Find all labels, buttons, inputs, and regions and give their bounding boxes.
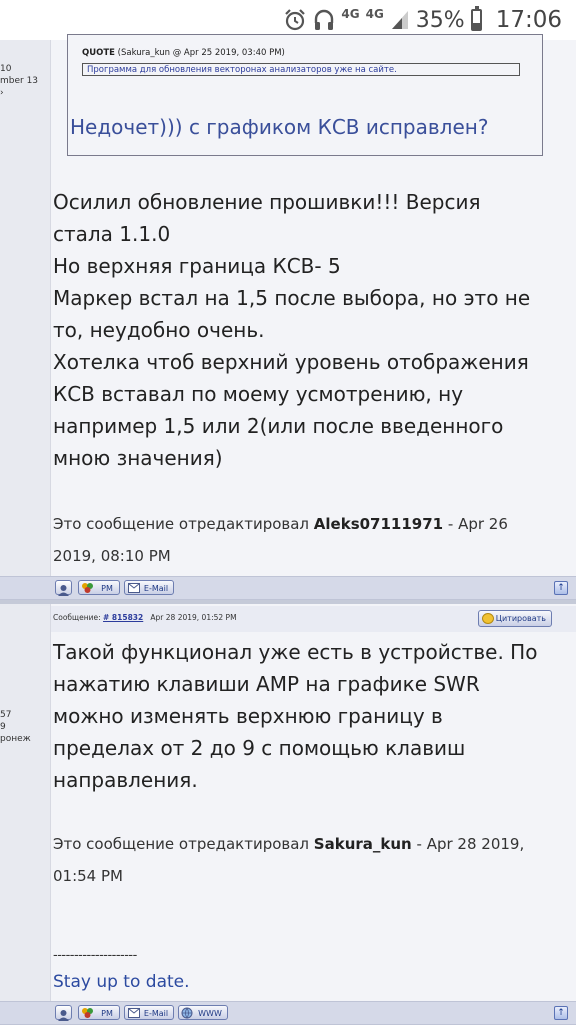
quote-button[interactable]: Цитировать bbox=[478, 610, 552, 627]
edit-date: - Apr 28 2019, bbox=[416, 835, 525, 853]
post-line: мною значения) bbox=[53, 446, 223, 470]
post-body: Такой функционал уже есть в устройстве. … bbox=[53, 636, 537, 796]
author-info-line: › bbox=[0, 88, 4, 98]
quote-meta: (Sakura_kun @ Apr 25 2019, 03:40 PM) bbox=[117, 48, 285, 58]
edit-date-cont: 2019, 08:10 PM bbox=[53, 547, 171, 565]
edit-user: Aleks07111971 bbox=[313, 515, 444, 533]
author-info-line: mber 13 bbox=[0, 76, 39, 86]
author-column: 10 mber 13 › 57 9 ронеж bbox=[0, 40, 51, 1024]
www-button[interactable]: WWW bbox=[178, 1005, 228, 1020]
post-line: стала 1.1.0 bbox=[53, 222, 171, 246]
profile-button[interactable] bbox=[55, 580, 72, 596]
edit-note: Это сообщение отредактировал Aleks071119… bbox=[53, 508, 508, 572]
edit-note: Это сообщение отредактировал Sakura_kun … bbox=[53, 828, 524, 892]
battery-percent: 35% bbox=[415, 7, 465, 33]
nested-quote: Программа для обновления векторонах анал… bbox=[82, 63, 520, 76]
edit-prefix: Это сообщение отредактировал bbox=[53, 515, 310, 533]
signature: Stay up to date. bbox=[53, 972, 190, 992]
post-1-actions: PM E-Mail ↑ bbox=[0, 576, 576, 600]
post-2-header: Сообщение: # 815832 Apr 28 2019, 01:52 P… bbox=[51, 606, 576, 632]
post-line: можно изменять верхнюю границу в bbox=[53, 704, 443, 728]
signature-divider: -------------------- bbox=[53, 948, 137, 963]
quote-button-label: Цитировать bbox=[495, 614, 546, 623]
post-line: Осилил обновление прошивки!!! Версия bbox=[53, 190, 481, 214]
battery-icon bbox=[470, 6, 482, 31]
post-meta: Сообщение: # 815832 Apr 28 2019, 01:52 P… bbox=[53, 613, 237, 622]
quote-header: QUOTE (Sakura_kun @ Apr 25 2019, 03:40 P… bbox=[82, 48, 285, 58]
post-line: Такой функционал уже есть в устройстве. … bbox=[53, 640, 538, 664]
post-line: то, неудобно очень. bbox=[53, 318, 265, 342]
clock: 17:06 bbox=[495, 7, 562, 33]
edit-date-cont: 01:54 PM bbox=[53, 867, 123, 885]
pm-label: PM bbox=[101, 1009, 113, 1018]
email-button[interactable]: E-Mail bbox=[124, 1005, 174, 1020]
edit-user: Sakura_kun bbox=[313, 835, 412, 853]
profile-icon bbox=[58, 585, 69, 596]
author-info-line: 10 bbox=[0, 64, 12, 74]
pm-button[interactable]: PM bbox=[78, 580, 120, 595]
post-line: Хотелка чтоб верхний уровень отображения bbox=[53, 350, 529, 374]
post-line: Маркер встал на 1,5 после выбора, но это… bbox=[53, 286, 531, 310]
post-1: QUOTE (Sakura_kun @ Apr 25 2019, 03:40 P… bbox=[51, 34, 576, 576]
signal-icon bbox=[391, 11, 408, 29]
pm-button[interactable]: PM bbox=[78, 1005, 120, 1020]
scroll-top-button[interactable]: ↑ bbox=[554, 581, 568, 595]
post-divider bbox=[0, 600, 576, 604]
post-label: Сообщение: bbox=[53, 613, 101, 622]
pm-icon bbox=[82, 1008, 93, 1018]
email-button[interactable]: E-Mail bbox=[124, 580, 174, 595]
email-label: E-Mail bbox=[143, 584, 169, 593]
headset-icon bbox=[315, 9, 334, 30]
profile-button[interactable] bbox=[55, 1005, 72, 1021]
up-arrow-icon: ↑ bbox=[557, 1008, 565, 1018]
profile-icon bbox=[58, 1010, 69, 1021]
post-body: Осилил обновление прошивки!!! Версия ста… bbox=[53, 186, 530, 474]
quote-icon bbox=[482, 613, 494, 624]
edit-prefix: Это сообщение отредактировал bbox=[53, 835, 310, 853]
author-info-line: 9 bbox=[0, 722, 6, 732]
edit-date: - Apr 26 bbox=[447, 515, 508, 533]
scroll-top-button[interactable]: ↑ bbox=[554, 1006, 568, 1020]
post-2-actions: PM E-Mail WWW ↑ bbox=[0, 1001, 576, 1025]
email-label: E-Mail bbox=[143, 1009, 169, 1018]
quote-block: QUOTE (Sakura_kun @ Apr 25 2019, 03:40 P… bbox=[67, 34, 543, 156]
status-icons: 4G 4G 35% 17:06 bbox=[283, 4, 562, 36]
email-icon bbox=[128, 1008, 140, 1018]
quote-text: Недочет))) с графиком КСВ исправлен? bbox=[70, 115, 489, 139]
post-line: КСВ вставал по моему усмотрению, ну bbox=[53, 382, 464, 406]
post-line: Но верхняя граница КСВ- 5 bbox=[53, 254, 341, 278]
author-info-line: 57 bbox=[0, 710, 12, 720]
pm-label: PM bbox=[101, 584, 113, 593]
post-number-link[interactable]: # 815832 bbox=[103, 613, 143, 622]
network-type-2: 4G bbox=[365, 7, 384, 21]
post-line: направления. bbox=[53, 768, 198, 792]
globe-icon bbox=[181, 1007, 193, 1019]
post-date: Apr 28 2019, 01:52 PM bbox=[150, 613, 237, 622]
author-info-line: ронеж bbox=[0, 734, 31, 744]
up-arrow-icon: ↑ bbox=[557, 583, 565, 593]
post-line: нажатию клавиши AMP на графике SWR bbox=[53, 672, 480, 696]
pm-icon bbox=[82, 583, 93, 593]
post-line: пределах от 2 до 9 с помощью клавиш bbox=[53, 736, 466, 760]
www-label: WWW bbox=[198, 1009, 222, 1018]
alarm-icon bbox=[285, 9, 306, 31]
quote-label: QUOTE bbox=[82, 48, 115, 58]
post-2: Такой функционал уже есть в устройстве. … bbox=[51, 632, 576, 997]
network-type-1: 4G bbox=[341, 7, 360, 21]
post-line: например 1,5 или 2(или после введенного bbox=[53, 414, 504, 438]
battery-fill bbox=[472, 22, 480, 29]
email-icon bbox=[128, 583, 140, 593]
